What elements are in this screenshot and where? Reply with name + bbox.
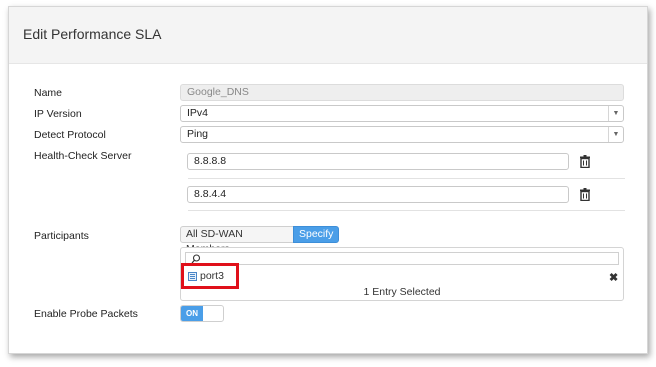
name-field: Google_DNS xyxy=(180,84,624,101)
trash-icon[interactable] xyxy=(579,155,591,168)
specify-option[interactable]: Specify xyxy=(293,226,339,243)
health-check-server-input-2[interactable]: 8.8.4.4 xyxy=(187,186,569,203)
trash-icon[interactable] xyxy=(579,188,591,201)
dialog-title: Edit Performance SLA xyxy=(23,26,162,42)
detect-protocol-label: Detect Protocol xyxy=(34,129,106,141)
ip-version-select[interactable]: IPv4 ▼ xyxy=(180,105,624,122)
divider xyxy=(188,178,625,179)
detect-protocol-select[interactable]: Ping ▼ xyxy=(180,126,624,143)
all-sd-wan-members-option[interactable]: All SD-WAN Members xyxy=(180,226,294,255)
name-label: Name xyxy=(34,87,63,99)
close-icon[interactable]: ✖ xyxy=(609,271,618,284)
health-check-server-label: Health-Check Server xyxy=(34,150,132,162)
entry-count-text: 1 Entry Selected xyxy=(363,286,441,298)
divider xyxy=(188,210,625,211)
toggle-on-label: ON xyxy=(181,306,203,321)
health-check-server-input-1[interactable]: 8.8.8.8 xyxy=(187,153,569,170)
detect-protocol-value: Ping xyxy=(187,128,209,140)
ip-version-label: IP Version xyxy=(34,108,82,120)
dialog-header: Edit Performance SLA xyxy=(9,7,647,64)
probe-packets-toggle[interactable]: ON xyxy=(180,305,224,322)
participants-label: Participants xyxy=(34,230,89,242)
chevron-down-icon: ▼ xyxy=(608,106,623,121)
chevron-down-icon: ▼ xyxy=(608,127,623,142)
edit-performance-sla-dialog: Edit Performance SLA Name Google_DNS IP … xyxy=(8,6,648,354)
ip-version-value: IPv4 xyxy=(187,107,209,119)
enable-probe-packets-label: Enable Probe Packets xyxy=(34,308,138,320)
participants-search-input[interactable] xyxy=(185,252,619,265)
